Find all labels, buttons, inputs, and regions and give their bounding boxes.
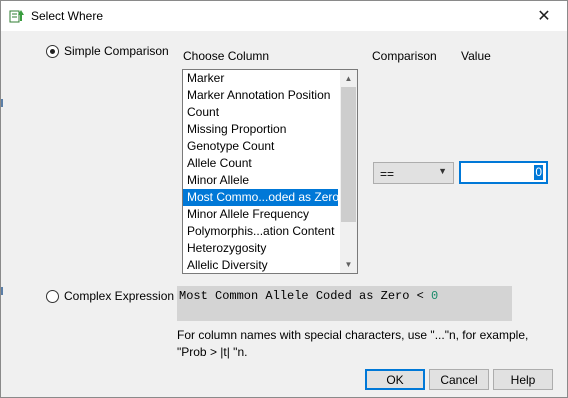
expression-number: 0 (431, 289, 439, 303)
scroll-down-icon[interactable]: ▼ (340, 256, 357, 273)
column-list-item[interactable]: Minor Allele Frequency (183, 206, 338, 223)
select-where-icon (9, 8, 25, 24)
value-text: 0 (534, 165, 543, 180)
ok-button[interactable]: OK (365, 369, 425, 390)
column-list-item[interactable]: Allele Count (183, 155, 338, 172)
expression-text: Most Common Allele Coded as Zero < (179, 289, 432, 303)
window-edge-mark (1, 99, 3, 107)
comparison-header: Comparison (372, 49, 437, 63)
scroll-up-icon[interactable]: ▲ (340, 70, 357, 87)
value-header: Value (461, 49, 491, 63)
column-list-item[interactable]: Genotype Count (183, 138, 338, 155)
comparison-value: == (380, 167, 395, 181)
cancel-button[interactable]: Cancel (429, 369, 489, 390)
choose-column-header: Choose Column (183, 49, 270, 63)
close-icon[interactable]: ✕ (521, 1, 567, 31)
column-list-item[interactable]: Minor Allele (183, 172, 338, 189)
hint-text: For column names with special characters… (177, 328, 529, 359)
simple-comparison-radio[interactable] (46, 45, 59, 58)
column-list-item[interactable]: Missing Proportion (183, 121, 338, 138)
column-list[interactable]: Marker Marker Annotation Position Count Mis… (182, 69, 358, 274)
comparison-select[interactable]: == ▼ (373, 162, 454, 184)
column-list-item[interactable]: Marker Annotation Position (183, 87, 338, 104)
column-list-item[interactable]: Heterozygosity (183, 240, 338, 257)
column-list-item[interactable]: Polymorphis...ation Content (183, 223, 338, 240)
chevron-down-icon: ▼ (438, 166, 447, 176)
simple-comparison-label: Simple Comparison (64, 44, 169, 58)
column-list-item[interactable]: Count (183, 104, 338, 121)
column-list-item[interactable]: Most Commo...oded as Zero (183, 189, 338, 206)
column-list-item[interactable]: Marker (183, 70, 338, 87)
window-edge-mark (1, 287, 3, 295)
complex-expression-label: Complex Expression (64, 289, 175, 303)
window-title: Select Where (31, 9, 104, 23)
select-where-dialog: Select Where ✕ Simple Comparison Choose … (0, 0, 568, 398)
complex-expression-radio[interactable] (46, 290, 59, 303)
value-input[interactable]: 0 (459, 161, 548, 184)
title-bar: Select Where ✕ (1, 1, 567, 31)
help-button[interactable]: Help (493, 369, 553, 390)
expression-box[interactable]: Most Common Allele Coded as Zero < 0 (177, 286, 512, 321)
column-list-scrollbar[interactable]: ▲ ▼ (340, 70, 357, 273)
scrollbar-thumb[interactable] (341, 87, 356, 222)
column-list-item[interactable]: Allelic Diversity (183, 257, 338, 273)
